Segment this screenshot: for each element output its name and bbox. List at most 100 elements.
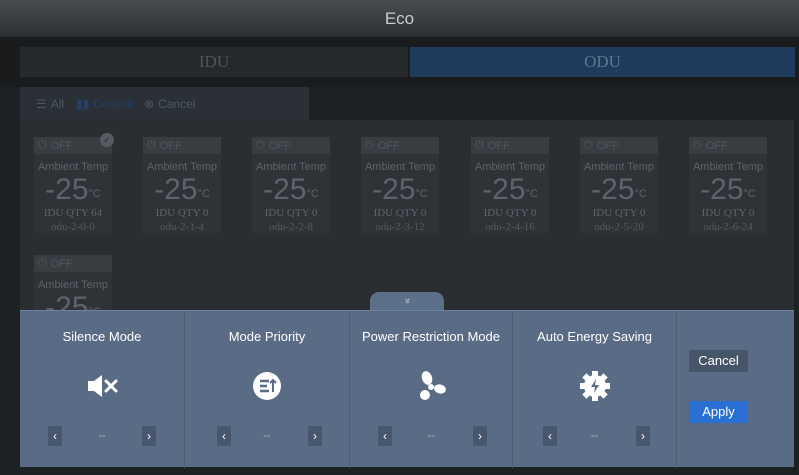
card-ambient-label: Ambient Temp bbox=[364, 161, 436, 173]
mode-priority-section: Mode Priority ‹ -- › bbox=[185, 311, 350, 468]
odu-card[interactable]: ⏻ OFF Ambient Temp -25°C IDU QTY 0 bbox=[252, 137, 330, 233]
card-temp: -25 bbox=[154, 173, 198, 206]
card-temp: -25 bbox=[372, 173, 416, 206]
mode-priority-value: -- bbox=[263, 430, 271, 442]
power-icon: ⏻ bbox=[475, 139, 484, 151]
cancel-selection-button[interactable]: ⊗ Cancel bbox=[144, 97, 195, 111]
cancel-selection-label: Cancel bbox=[158, 96, 196, 111]
card-status: OFF bbox=[705, 139, 728, 152]
card-ambient-label: Ambient Temp bbox=[255, 161, 327, 173]
power-restriction-title: Power Restriction Mode bbox=[362, 329, 500, 344]
card-status: OFF bbox=[596, 139, 619, 152]
card-name: odu-2-6-24 bbox=[703, 221, 753, 233]
card-ambient-label: Ambient Temp bbox=[583, 161, 655, 173]
card-idu-qty: IDU QTY 0 bbox=[701, 207, 755, 219]
card-name: odu-2-4-16 bbox=[485, 221, 535, 233]
tab-odu[interactable]: ODU bbox=[410, 47, 795, 77]
power-icon: ⏻ bbox=[256, 139, 265, 151]
eco-settings-panel: Silence Mode ‹ -- › Mode Priority ‹ -- › bbox=[20, 310, 794, 468]
power-icon: ⏻ bbox=[693, 139, 702, 151]
card-temp: -25 bbox=[45, 173, 89, 206]
card-name: odu-2-0-0 bbox=[51, 221, 95, 233]
auto-energy-saving-value: -- bbox=[590, 430, 599, 442]
auto-energy-saving-title: Auto Energy Saving bbox=[537, 329, 652, 344]
odu-card[interactable]: ⏻ OFF Ambient Temp -25°C IDU QTY 0 bbox=[580, 137, 658, 233]
card-name: odu-2-5-20 bbox=[594, 221, 644, 233]
chevron-right-icon[interactable]: › bbox=[142, 426, 156, 446]
power-icon: ⏻ bbox=[365, 139, 374, 151]
chevron-double-down-icon: » bbox=[402, 298, 413, 304]
card-name: odu-2-2-8 bbox=[269, 221, 313, 233]
tab-idu[interactable]: IDU bbox=[20, 47, 408, 77]
card-temp: -25 bbox=[482, 173, 526, 206]
power-icon: ⏻ bbox=[584, 139, 593, 151]
card-temp-unit: °C bbox=[415, 188, 428, 200]
card-name: odu-2-1-4 bbox=[160, 221, 204, 233]
card-status: OFF bbox=[50, 139, 73, 152]
control-label: Control bbox=[93, 96, 133, 111]
chevron-right-icon[interactable]: › bbox=[473, 426, 487, 446]
collapse-panel-handle[interactable]: » bbox=[370, 292, 444, 310]
chevron-right-icon[interactable]: › bbox=[636, 426, 650, 446]
card-name: odu-2-3-12 bbox=[375, 221, 425, 233]
card-temp: -25 bbox=[591, 173, 635, 206]
card-temp-unit: °C bbox=[88, 188, 101, 200]
mode-priority-title: Mode Priority bbox=[228, 329, 306, 344]
card-status: OFF bbox=[268, 139, 291, 152]
card-idu-qty: IDU QTY 0 bbox=[155, 207, 209, 219]
checkmark-icon: ✓ bbox=[100, 133, 114, 147]
power-restriction-section: Power Restriction Mode ‹ -- › bbox=[350, 311, 513, 468]
card-status: OFF bbox=[487, 139, 510, 152]
cancel-button[interactable]: Cancel bbox=[689, 350, 748, 372]
silence-mode-title: Silence Mode bbox=[62, 329, 142, 344]
toolbar: ☰ All ▮▮ Control ⊗ Cancel bbox=[20, 87, 309, 120]
card-ambient-label: Ambient Temp bbox=[37, 279, 109, 291]
card-temp-unit: °C bbox=[743, 188, 756, 200]
card-status: OFF bbox=[377, 139, 400, 152]
silence-mode-section: Silence Mode ‹ -- › bbox=[20, 311, 185, 468]
card-status: OFF bbox=[159, 139, 182, 152]
card-idu-qty: IDU QTY 64 bbox=[43, 207, 103, 219]
card-temp: -25 bbox=[700, 173, 744, 206]
control-button[interactable]: ▮▮ Control bbox=[76, 97, 132, 111]
speaker-mute-icon bbox=[85, 371, 119, 401]
cancel-icon: ⊗ bbox=[144, 96, 155, 111]
power-restriction-stepper: ‹ -- › bbox=[350, 426, 512, 446]
select-all-button[interactable]: ☰ All bbox=[36, 97, 64, 111]
energy-gear-icon bbox=[578, 371, 612, 401]
apply-button[interactable]: Apply bbox=[689, 401, 748, 423]
odu-card[interactable]: ⏻ OFF Ambient Temp -25°C IDU QTY 0 bbox=[471, 137, 549, 233]
card-status: OFF bbox=[50, 257, 73, 270]
select-all-label: All bbox=[50, 96, 65, 111]
auto-energy-saving-section: Auto Energy Saving ‹ -- › bbox=[513, 311, 677, 468]
card-temp: -25 bbox=[263, 173, 307, 206]
odu-card[interactable]: ⏻ OFF Ambient Temp -25°C IDU QTY 0 bbox=[143, 137, 221, 233]
odu-card[interactable]: ⏻ OFF ✓ Ambient Temp -25°C IDU QTY 64 bbox=[34, 133, 114, 233]
mode-priority-stepper: ‹ -- › bbox=[185, 426, 349, 446]
card-idu-qty: IDU QTY 0 bbox=[592, 207, 646, 219]
odu-card[interactable]: ⏻ OFF Ambient Temp -25°C IDU QTY 0 bbox=[689, 137, 767, 233]
window-title: Eco bbox=[0, 0, 799, 37]
power-icon: ⏻ bbox=[38, 257, 47, 269]
card-ambient-label: Ambient Temp bbox=[37, 161, 109, 173]
power-icon: ⏻ bbox=[38, 139, 47, 151]
card-idu-qty: IDU QTY 0 bbox=[264, 207, 318, 219]
silence-mode-value: -- bbox=[98, 430, 106, 442]
chevron-right-icon[interactable]: › bbox=[308, 426, 322, 446]
card-idu-qty: IDU QTY 0 bbox=[483, 207, 537, 219]
card-temp-unit: °C bbox=[197, 188, 210, 200]
power-icon: ⏻ bbox=[147, 139, 156, 151]
card-temp-unit: °C bbox=[525, 188, 538, 200]
card-ambient-label: Ambient Temp bbox=[146, 161, 218, 173]
mode-priority-icon bbox=[250, 371, 284, 401]
silence-mode-stepper: ‹ -- › bbox=[20, 426, 184, 446]
card-ambient-label: Ambient Temp bbox=[692, 161, 764, 173]
power-restriction-value: -- bbox=[427, 430, 435, 442]
auto-energy-saving-stepper: ‹ -- › bbox=[513, 426, 676, 446]
card-idu-qty: IDU QTY 0 bbox=[373, 207, 427, 219]
fan-icon bbox=[414, 371, 448, 401]
tab-bar: IDU ODU bbox=[0, 37, 799, 87]
odu-card[interactable]: ⏻ OFF Ambient Temp -25°C IDU QTY 0 bbox=[361, 137, 439, 233]
card-temp-unit: °C bbox=[306, 188, 319, 200]
list-icon: ☰ bbox=[36, 96, 47, 111]
